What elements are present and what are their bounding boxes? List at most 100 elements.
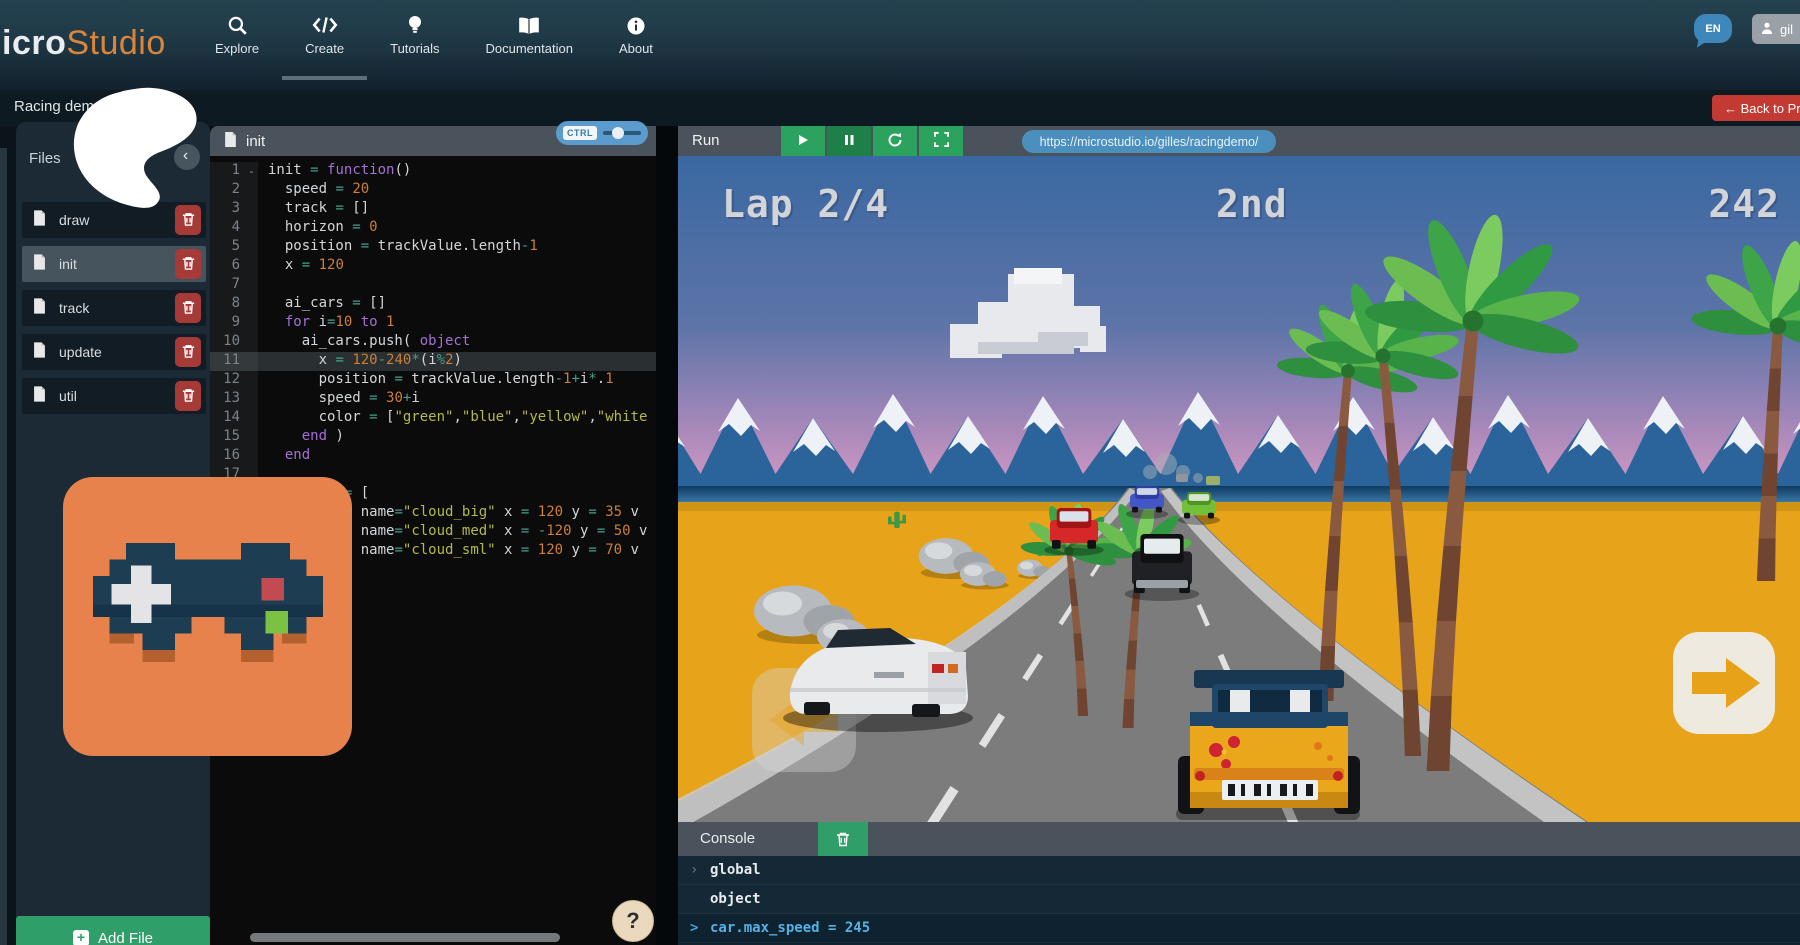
line-number: 4 [210,219,245,238]
nav-item-label: Tutorials [390,41,439,56]
file-name-label: util [59,388,77,404]
main-nav: Explore Create Tutorials Documentation About [192,8,676,80]
delete-file-button[interactable] [175,205,201,235]
nav-item-explore[interactable]: Explore [192,8,282,80]
line-number: 9 [210,314,245,333]
trash-icon [181,387,196,406]
touch-arrow-right[interactable] [1673,632,1775,734]
person-icon [1760,21,1774,38]
collapse-panel-button[interactable]: ‹ [174,144,200,170]
fold-marker [245,257,258,276]
nav-item-label: Create [305,41,344,56]
pause-icon [842,133,856,150]
hud-lap-counter: Lap 2/4 [722,182,889,226]
gamepad-icon [93,543,323,691]
editor-tab-name[interactable]: init [246,133,265,150]
fold-marker [245,276,258,295]
search-icon [226,8,248,36]
nav-item-label: Explore [215,41,259,56]
book-icon [517,8,541,36]
file-row-track[interactable]: track [22,290,206,326]
fold-marker [245,238,258,257]
run-bar: Run https://microstudio.io/gilles/racing… [678,126,1800,156]
app-logo[interactable]: icroStudio [2,24,166,63]
code-icon [311,8,339,36]
nav-item-tutorials[interactable]: Tutorials [367,8,462,80]
toggle-knob [612,127,624,139]
user-menu-button[interactable]: gil [1752,14,1800,44]
delete-file-button[interactable] [175,337,201,367]
delete-file-button[interactable] [175,293,201,323]
code-line: 12 position = trackValue.length-1+i*.1 [210,371,656,390]
nav-item-about[interactable]: About [596,8,676,80]
ctrl-key-badge: CTRL [563,126,597,140]
line-number: 14 [210,409,245,428]
help-button[interactable]: ? [612,900,654,942]
file-row-init[interactable]: init [22,246,206,282]
fullscreen-button[interactable] [919,126,963,156]
add-file-button[interactable]: + Add File [16,916,210,945]
file-row-draw[interactable]: draw [22,202,206,238]
logo-text-bold: icro [2,24,66,62]
fold-marker [245,447,258,466]
clear-console-button[interactable] [818,822,868,856]
project-url-pill[interactable]: https://microstudio.io/gilles/racingdemo… [1022,130,1276,153]
delete-file-button[interactable] [175,381,201,411]
file-row-util[interactable]: util [22,378,206,414]
files-panel-title: Files [29,150,61,167]
back-to-projects-button[interactable]: ← Back to Proj [1712,95,1800,121]
language-badge[interactable]: EN [1694,14,1732,43]
play-button[interactable] [781,126,825,156]
console-output[interactable]: ›globalobject>car.max_speed = 245 [678,856,1800,945]
code-line: 13 speed = 30+i [210,390,656,409]
console-prompt-icon: › [690,862,701,878]
horizontal-scrollbar[interactable] [250,933,560,942]
file-icon [224,132,237,151]
line-number: 3 [210,200,245,219]
delete-file-button[interactable] [175,249,201,279]
fold-marker [245,352,258,371]
run-buttons [781,126,963,156]
fold-marker [245,219,258,238]
fold-marker [245,181,258,200]
code-line: 4 horizon = 0 [210,219,656,238]
line-number: 1 [210,162,245,181]
game-viewport: Lap 2/4 2nd 242 [678,156,1800,822]
line-number: 13 [210,390,245,409]
file-icon [33,342,46,363]
microstudio-app: icroStudio Explore Create Tutorials Documen… [0,0,1800,945]
reload-button[interactable] [873,126,917,156]
line-number: 6 [210,257,245,276]
console-panel: Console ›globalobject>car.max_speed = 24… [678,822,1800,945]
console-prompt-icon: > [690,920,701,936]
line-number: 12 [210,371,245,390]
project-title: Racing demo [14,98,102,115]
fold-marker [245,409,258,428]
ctrl-toggle-pill[interactable]: CTRL [556,121,648,145]
line-number: 7 [210,276,245,295]
pause-button[interactable] [827,126,871,156]
game-canvas[interactable] [678,156,1800,822]
trash-icon [181,255,196,274]
console-entry: ›global [678,856,1800,885]
project-icon-gamepad [63,477,352,756]
run-label: Run [692,132,720,149]
nav-item-label: About [619,41,653,56]
trash-icon [181,299,196,318]
file-name-label: update [59,344,102,360]
file-list: draw init track update util [22,202,206,422]
console-title: Console [700,830,755,847]
line-number: 15 [210,428,245,447]
file-row-update[interactable]: update [22,334,206,370]
hud-speed: 242 [1708,182,1780,226]
nav-item-create[interactable]: Create [282,8,367,80]
nav-item-label: Documentation [485,41,572,56]
console-entry-text: object [710,891,761,907]
user-name-label: gil [1780,22,1793,37]
nav-item-documentation[interactable]: Documentation [462,8,595,80]
code-line: 14 color = ["green","blue","yellow","whi… [210,409,656,428]
ctrl-toggle-switch[interactable] [603,126,641,140]
line-number: 11 [210,352,245,371]
code-line: 7 [210,276,656,295]
code-line: 10 ai_cars.push( object [210,333,656,352]
